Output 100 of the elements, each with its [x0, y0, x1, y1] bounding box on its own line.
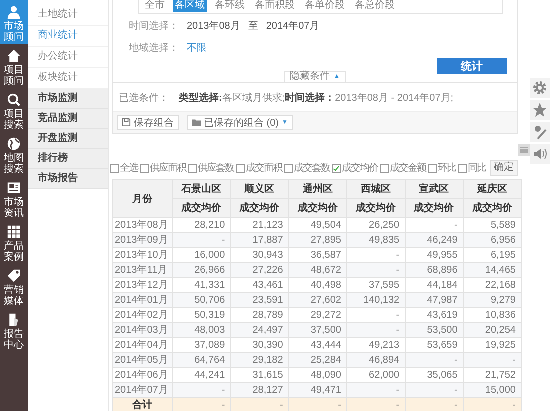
table-cell: 9,279 [463, 292, 522, 308]
pin-icon[interactable] [530, 122, 550, 142]
subnav-item[interactable]: 土地统计 [28, 5, 108, 26]
checkbox[interactable] [236, 164, 245, 172]
time-from[interactable]: 2013年08月 [187, 20, 240, 34]
checkbox-label[interactable]: 成交均价 [342, 161, 378, 175]
tag-icon [7, 269, 21, 283]
region-tab[interactable]: 各环线 [213, 0, 247, 12]
column-header: 西城区 [346, 180, 406, 198]
sidebar-item[interactable]: 项目搜索 [0, 88, 28, 132]
table-cell: - [463, 398, 522, 411]
table-cell: - [346, 262, 406, 278]
column-header: 石景山区 [172, 180, 231, 198]
total-label: 合计 [112, 398, 172, 411]
checkbox-label[interactable]: 成交面积 [246, 161, 282, 175]
checkbox-label[interactable]: 同比 [468, 161, 486, 175]
subnav-section[interactable]: 市场报告 [28, 169, 108, 189]
table-cell: 27,602 [288, 292, 347, 308]
table-cell: 49,835 [346, 232, 406, 248]
table-cell: - [463, 352, 522, 368]
subnav-section[interactable]: 排行榜 [28, 149, 108, 169]
checkbox[interactable] [380, 164, 389, 172]
checkbox-label[interactable]: 供应面积 [150, 161, 186, 175]
checkbox[interactable] [458, 164, 467, 172]
house-icon [7, 49, 21, 63]
checkbox[interactable] [332, 164, 341, 172]
subnav-item[interactable]: 办公统计 [28, 47, 108, 68]
document-icon [7, 313, 21, 327]
time-separator: 至 [248, 20, 258, 34]
region-tab[interactable]: 各总价段 [353, 0, 397, 12]
region-tab[interactable]: 各区域 [173, 0, 207, 12]
folder-icon [192, 118, 201, 127]
panel-icon[interactable] [518, 144, 530, 156]
settings-icon[interactable] [530, 78, 550, 98]
checkbox-label[interactable]: 环比 [438, 161, 456, 175]
column-header: 成交均价 [288, 198, 347, 218]
column-header: 成交均价 [346, 198, 406, 218]
region-link[interactable]: 不限 [187, 42, 207, 56]
table-cell: 47,987 [405, 292, 464, 308]
sidebar-item[interactable]: 地图搜索 [0, 132, 28, 176]
table-cell: - [172, 232, 231, 248]
star-icon[interactable] [530, 100, 550, 120]
sidebar-item[interactable]: 营销媒体 [0, 264, 28, 308]
column-header: 延庆区 [463, 180, 522, 198]
region-tab[interactable]: 各面积段 [253, 0, 297, 12]
table-cell: - [405, 352, 464, 368]
globe-icon [7, 137, 21, 151]
subnav-section[interactable]: 开盘监测 [28, 129, 108, 149]
table-cell: 27,226 [230, 262, 289, 278]
table-cell: 17,887 [230, 232, 289, 248]
table-cell: 26,966 [172, 262, 231, 278]
checkbox-label[interactable]: 供应套数 [198, 161, 234, 175]
table-cell: 25,284 [288, 352, 347, 368]
search-icon [7, 93, 21, 107]
table-cell: 64,764 [172, 352, 231, 368]
month-cell: 2014年05月 [112, 352, 172, 368]
save-combination-button[interactable]: 保存组合 [117, 115, 179, 130]
subnav-item[interactable]: 商业统计 [28, 26, 108, 47]
column-header: 顺义区 [230, 180, 289, 198]
confirm-button[interactable]: 确定 [490, 160, 518, 176]
table-cell: 27,895 [288, 232, 347, 248]
column-header: 成交均价 [405, 198, 464, 218]
checkbox[interactable] [284, 164, 293, 172]
table-cell: 24,497 [230, 322, 289, 338]
checkbox-label[interactable]: 成交套数 [294, 161, 330, 175]
sidebar-item[interactable]: 产品案例 [0, 220, 28, 264]
checkbox-label[interactable]: 全选 [120, 161, 138, 175]
checkbox[interactable] [110, 164, 119, 172]
table-cell: 68,896 [405, 262, 464, 278]
subnav-section[interactable]: 竞品监测 [28, 109, 108, 129]
subnav-section[interactable]: 市场监测 [28, 89, 108, 109]
table-cell: - [405, 398, 464, 411]
table-cell: - [230, 398, 289, 411]
table-cell: 46,249 [405, 232, 464, 248]
column-header: 成交均价 [172, 198, 231, 218]
sidebar-item[interactable]: 市场顾问 [0, 0, 28, 44]
conditions-label: 已选条件： [119, 92, 169, 105]
time-to[interactable]: 2014年07月 [266, 20, 320, 34]
table-cell: - [346, 398, 406, 411]
table-cell: 23,591 [230, 292, 289, 308]
sidebar-item[interactable]: 市场资讯 [0, 176, 28, 220]
region-tab[interactable]: 各单价段 [303, 0, 347, 12]
checkbox[interactable] [140, 164, 149, 172]
checkbox-label[interactable]: 成交金额 [390, 161, 426, 175]
column-header: 成交均价 [230, 198, 289, 218]
table-cell: - [346, 382, 406, 398]
checkbox[interactable] [428, 164, 437, 172]
checkbox[interactable] [188, 164, 197, 172]
speaker-icon[interactable] [530, 144, 550, 164]
month-cell: 2013年09月 [112, 232, 172, 248]
table-cell: 6,956 [463, 232, 522, 248]
table-cell: 50,706 [172, 292, 231, 308]
table-cell: 29,182 [230, 352, 289, 368]
month-cell: 2013年11月 [112, 262, 172, 278]
statistics-button[interactable]: 统计 [437, 58, 507, 74]
sidebar-item[interactable]: 项目顾问 [0, 44, 28, 88]
month-cell: 2014年07月 [112, 382, 172, 398]
sidebar-item[interactable]: 报告中心 [0, 308, 28, 352]
table-cell: - [405, 382, 464, 398]
table-cell: 140,132 [346, 292, 406, 308]
